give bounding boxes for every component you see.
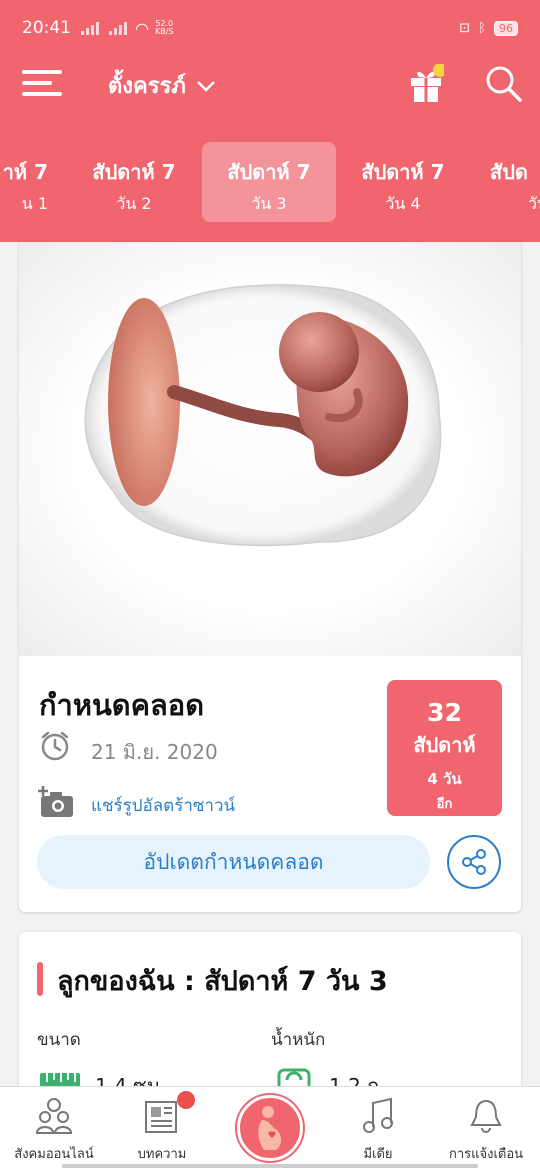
signal-icon-2 — [109, 21, 127, 35]
page-title: ตั้งครรภ์ — [108, 74, 186, 99]
mode-selector[interactable]: ตั้งครรภ์ — [108, 68, 216, 103]
nav-notifications-label: การแจ้งเตือน — [448, 1147, 524, 1162]
update-due-date-button[interactable]: อัปเดตกำหนดคลอด — [37, 835, 430, 889]
tab-day-2[interactable]: สัปดาห์ 7 วัน 2 — [67, 142, 201, 222]
battery-indicator: 96 — [494, 20, 518, 36]
weight-label: น้ำหนัก — [271, 1030, 326, 1050]
search-icon[interactable] — [484, 64, 524, 104]
nav-pregnancy[interactable] — [237, 1095, 303, 1161]
gift-icon[interactable] — [408, 64, 444, 104]
status-bar: 20:41 ◠ 52.0 KB/S ⊡ ᛒ 96 — [0, 0, 540, 56]
tab-day-4[interactable]: สัปดาห์ 7 วัน 4 — [336, 142, 470, 222]
due-date-card: กำหนดคลอด 21 มิ.ย. 2020 แชร์รูปอัลตร้าซา… — [19, 242, 521, 912]
wifi-icon: ◠ — [135, 18, 149, 38]
bottom-nav: สังคมออนไลน์ บทความ มีเดีย การแจ้งเตือน — [0, 1086, 540, 1170]
app-header: ตั้งครรภ์ — [0, 56, 540, 114]
home-indicator — [62, 1164, 478, 1168]
nav-media[interactable]: มีเดีย — [324, 1087, 432, 1170]
chevron-down-icon — [197, 80, 215, 92]
bluetooth-icon: ᛒ — [478, 20, 486, 36]
status-time: 20:41 — [22, 18, 71, 38]
weeks-remaining-badge: 32 สัปดาห์ 4 วัน อีก — [387, 680, 502, 816]
baby-heading: ลูกของฉัน : สัปดาห์ 7 วัน 3 — [57, 966, 388, 997]
menu-icon[interactable] — [22, 68, 62, 98]
share-button[interactable] — [447, 835, 501, 889]
remaining-suffix: อีก — [436, 797, 453, 812]
tab-day-3[interactable]: สัปดาห์ 7 วัน 3 — [202, 142, 336, 222]
alarm-clock-icon — [41, 731, 69, 761]
share-ultrasound-link[interactable]: แชร์รูปอัลตร้าซาวน์ — [91, 792, 235, 819]
bell-icon — [470, 1099, 502, 1133]
nav-media-label: มีเดีย — [363, 1147, 393, 1162]
nav-articles-label: บทความ — [137, 1147, 187, 1162]
share-icon — [462, 849, 486, 875]
net-speed: 52.0 KB/S — [154, 19, 174, 36]
nav-notifications[interactable]: การแจ้งเตือน — [432, 1087, 540, 1170]
music-icon — [363, 1097, 393, 1133]
articles-icon — [145, 1101, 177, 1133]
due-date-value: 21 มิ.ย. 2020 — [91, 740, 218, 764]
heading-accent — [37, 962, 43, 996]
add-photo-icon[interactable] — [37, 786, 75, 818]
weeks-remaining-number: 32 — [427, 698, 462, 727]
community-icon — [35, 1098, 73, 1134]
nav-articles[interactable]: บทความ — [108, 1087, 216, 1170]
embryo-illustration — [19, 242, 521, 656]
due-date-label: กำหนดคลอด — [39, 688, 205, 722]
tab-day-5[interactable]: สัปด วัน — [470, 142, 540, 222]
lock-icon: ⊡ — [459, 20, 471, 36]
size-label: ขนาด — [37, 1030, 81, 1050]
tab-day-1[interactable]: าห์ 7 น 1 — [0, 142, 48, 222]
nav-community-label: สังคมออนไลน์ — [14, 1147, 94, 1162]
weeks-remaining-unit: สัปดาห์ — [413, 733, 476, 757]
days-remaining: 4 วัน — [427, 770, 462, 788]
signal-icon — [81, 21, 99, 35]
notification-dot — [177, 1091, 195, 1109]
day-tabs: าห์ 7 น 1 สัปดาห์ 7 วัน 2 สัปดาห์ 7 วัน … — [0, 114, 540, 242]
nav-community[interactable]: สังคมออนไลน์ — [0, 1087, 108, 1170]
pregnancy-icon — [258, 1106, 282, 1150]
